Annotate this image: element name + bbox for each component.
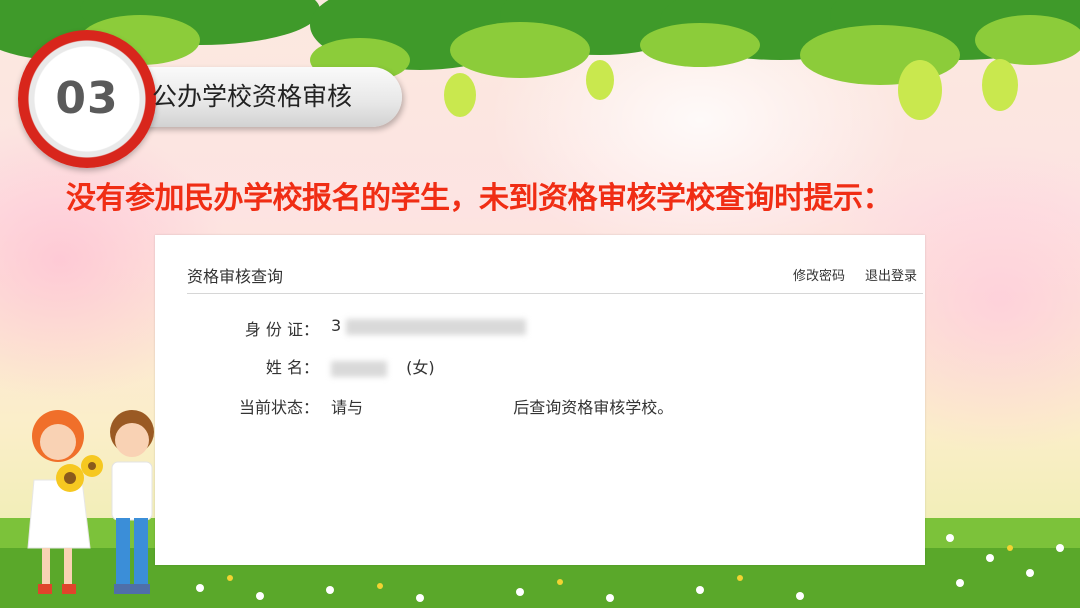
change-password-link[interactable]: 修改密码 [793,265,845,284]
section-badge: 03 公办学校资格审核 [18,30,402,170]
status-suffix: 后查询资格审核学校。 [513,398,674,417]
status-label: 当前状态： [238,398,319,417]
section-number: 03 [55,73,119,124]
panel-title: 资格审核查询 [187,267,284,286]
children-illustration [27,410,154,594]
id-value: 3 [331,316,527,335]
id-row: 身 份 证： 3 [155,316,925,342]
name-label: 姓 名： [235,354,319,378]
headline-caption: 没有参加民办学校报名的学生，未到资格审核学校查询时提示： [66,181,893,216]
logout-link[interactable]: 退出登录 [865,265,917,284]
name-redaction [331,360,387,377]
status-value: 请与 后查询资格审核学校。 [331,394,673,418]
name-label-text: 姓 名： [265,358,319,377]
panel-header: 资格审核查询 修改密码 退出登录 [187,259,923,294]
section-title: 公办学校资格审核 [152,82,353,111]
status-prefix: 请与 [331,398,364,417]
id-value-prefix: 3 [331,316,342,335]
id-label: 身 份 证： [244,320,319,339]
name-row: 姓 名： (女) [155,354,925,380]
id-redaction [346,318,527,335]
name-value: (女) [331,354,435,378]
gender-text: (女) [406,358,435,377]
eligibility-query-panel: 资格审核查询 修改密码 退出登录 身 份 证： 3 姓 名： (女) 当前状态：… [155,235,925,565]
status-row: 当前状态： 请与 后查询资格审核学校。 [155,394,925,420]
